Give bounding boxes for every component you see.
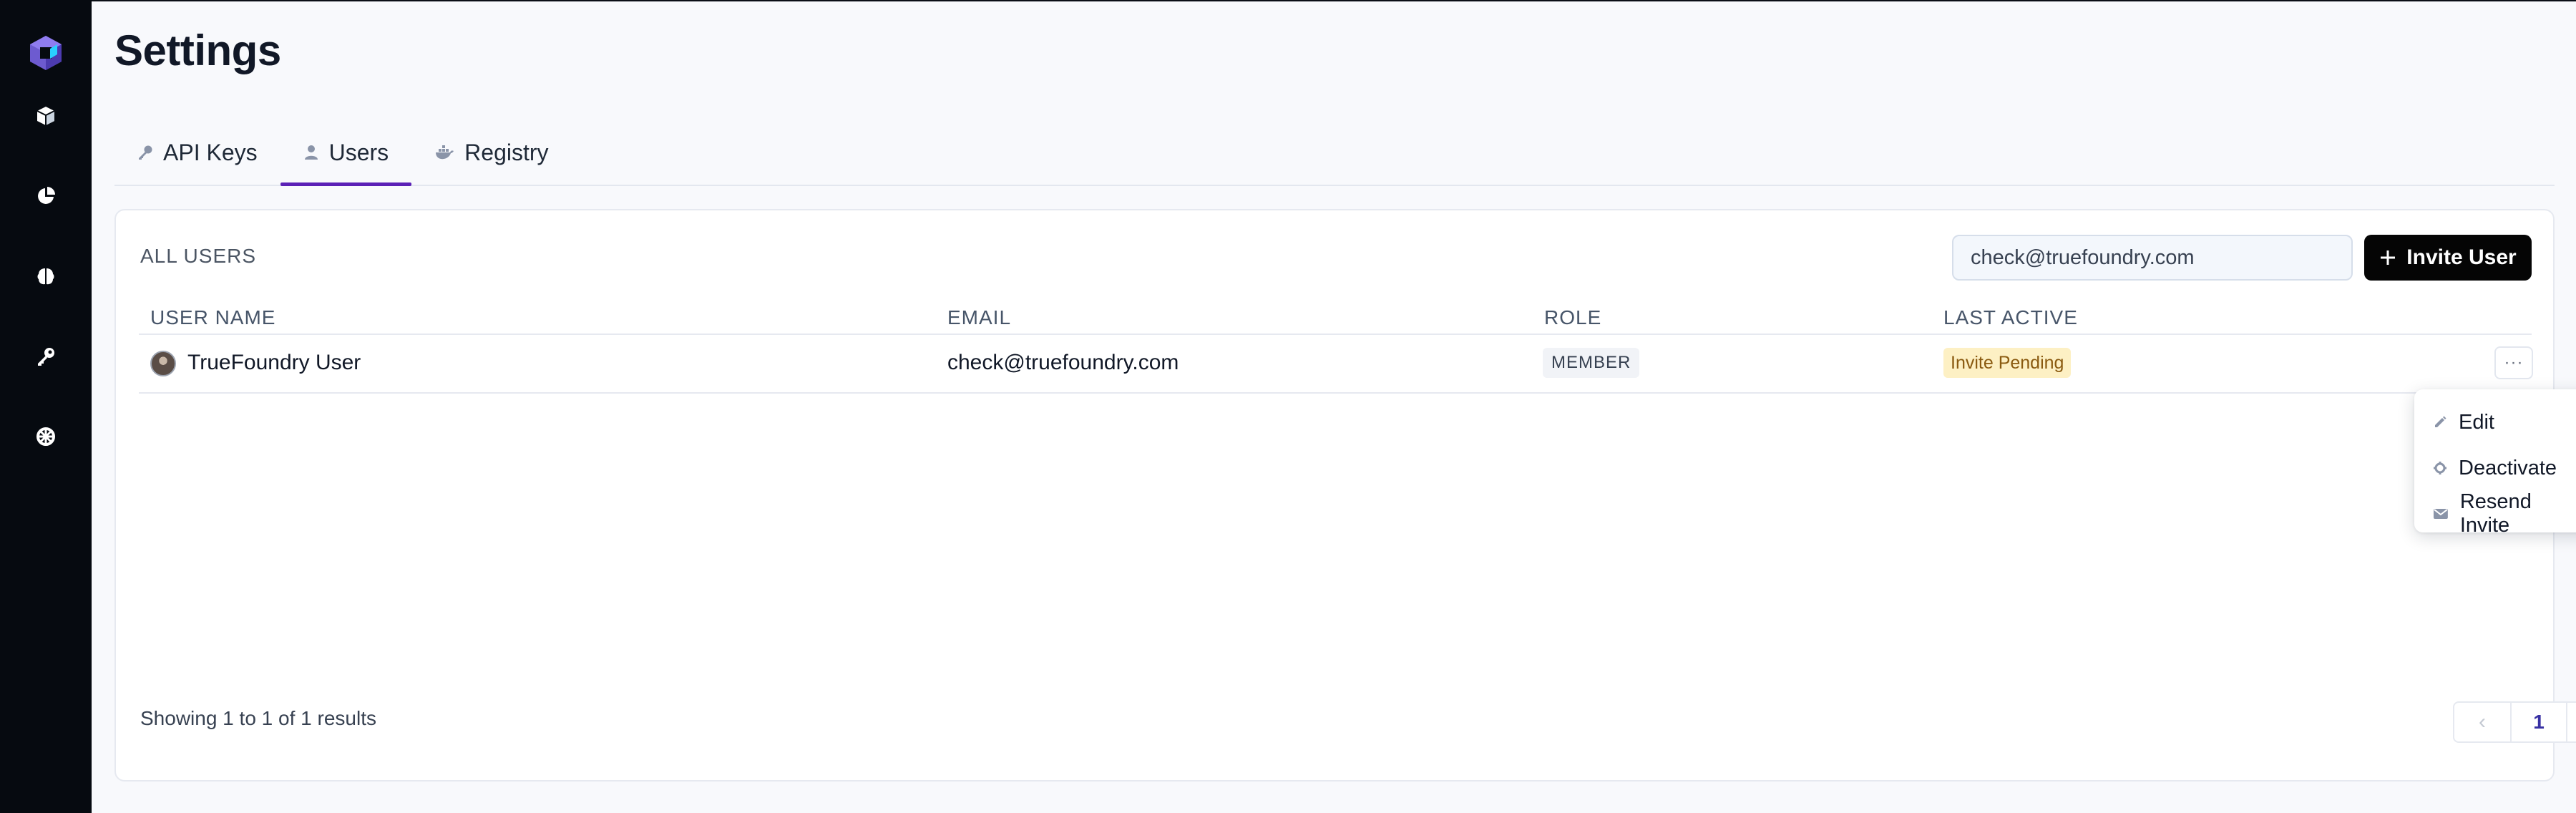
menu-item-label: Edit [2459,410,2494,434]
more-options-button[interactable]: ··· [2494,346,2533,379]
results-summary: Showing 1 to 1 of 1 results [140,707,376,729]
more-icon: ··· [2504,353,2524,372]
column-header-user-name[interactable]: USER NAME [150,306,275,329]
user-name: TrueFoundry User [187,351,361,374]
key-icon [139,145,152,160]
pie-chart-icon[interactable] [23,173,69,219]
invite-user-button[interactable]: Invite User [2364,235,2532,281]
avatar [150,351,176,376]
tab-users[interactable]: Users [280,120,412,186]
settings-tabs: API Keys Users Registry [114,120,2555,186]
tab-registry[interactable]: Registry [411,120,571,185]
menu-item-deactivate[interactable]: Deactivate [2414,445,2576,491]
page-title: Settings [114,26,281,74]
menu-item-edit[interactable]: Edit [2414,399,2576,445]
key-icon[interactable] [23,334,69,379]
column-header-last-active[interactable]: LAST ACTIVE [1943,306,2078,329]
menu-item-resend-invite[interactable]: Resend Invite [2414,490,2576,537]
sidebar-nav [23,93,69,459]
envelope-icon [2433,509,2448,519]
settings-wheel-icon[interactable] [23,414,69,459]
table-header: USER NAME EMAIL ROLE LAST ACTIVE [139,296,2532,335]
role-badge: MEMBER [1543,348,1640,378]
menu-item-label: Deactivate [2459,456,2557,479]
status-badge: Invite Pending [1943,348,2072,378]
next-page-button[interactable]: › [2566,703,2576,741]
users-card: ALL USERS Invite User USER NAME EMAIL RO… [114,209,2576,782]
section-label: ALL USERS [140,245,257,267]
row-actions-menu: Edit Deactivate Resend Invite [2414,389,2576,537]
pencil-icon [2435,416,2446,427]
column-header-email[interactable]: EMAIL [947,306,1011,329]
main-content: Settings API Keys Users Registry ALL USE… [92,0,2576,813]
truefoundry-logo[interactable] [29,34,63,72]
previous-page-button[interactable]: ‹ [2454,703,2510,741]
cube-icon[interactable] [23,93,69,139]
table-row[interactable]: TrueFoundry User check@truefoundry.com M… [139,335,2533,394]
user-email: check@truefoundry.com [947,351,1179,374]
invite-user-label: Invite User [2406,245,2517,269]
column-header-role[interactable]: ROLE [1544,306,1601,329]
sidebar [0,0,92,813]
tab-label: API Keys [163,139,258,165]
gear-icon [2434,462,2446,474]
tab-label: Registry [464,139,549,165]
user-icon [304,145,318,160]
plus-icon [2381,250,2396,265]
pagination: ‹ 1 › [2453,701,2576,743]
brain-icon[interactable] [23,253,69,299]
docker-icon [436,145,454,160]
search-input[interactable] [1952,235,2353,281]
page-number-1[interactable]: 1 [2510,703,2566,741]
tab-api-keys[interactable]: API Keys [114,120,280,185]
tab-label: Users [328,139,389,165]
menu-item-label: Resend Invite [2459,490,2532,537]
